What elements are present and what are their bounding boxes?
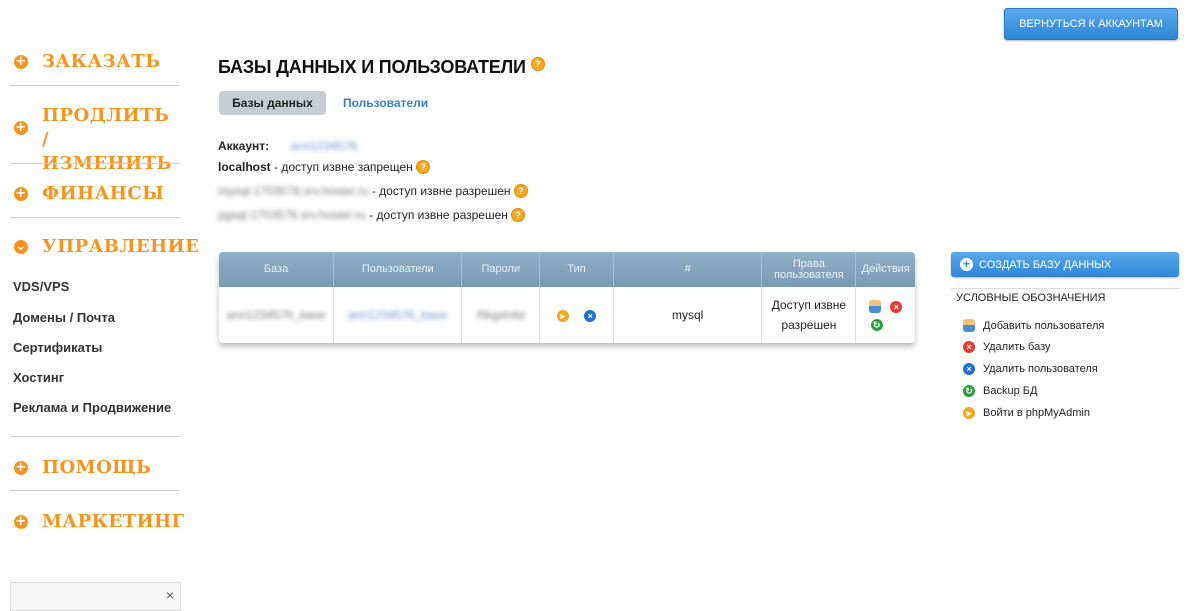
divider	[10, 163, 180, 164]
sidebar-item-ads[interactable]: Реклама и Продвижение	[13, 400, 171, 415]
col-header-base[interactable]: База	[219, 252, 335, 287]
tab-databases[interactable]: Базы данных	[219, 91, 326, 115]
user-add-icon[interactable]	[869, 300, 881, 314]
sidebar-section-management[interactable]: ⌄ УПРАВЛЕНИЕ	[10, 236, 199, 257]
legend-item-backup: ↻ Backup БД	[963, 385, 1037, 397]
user-link[interactable]: ann1234576_base	[348, 308, 447, 322]
help-icon[interactable]: ?	[511, 208, 526, 222]
cell-password: Rkgsh4d	[461, 287, 541, 343]
col-header-rights[interactable]: Права пользователя	[761, 252, 857, 287]
legend-item-delete-user: × Удалить пользователя	[963, 363, 1098, 375]
divider	[951, 288, 1180, 289]
sidebar-section-order[interactable]: + ЗАКАЗАТЬ	[10, 51, 161, 72]
plus-icon: +	[960, 258, 973, 271]
delete-user-icon[interactable]: ×	[584, 309, 597, 322]
cell-actions: × ↻	[856, 287, 915, 343]
divider	[10, 490, 180, 491]
host-line-mysql: mysql-1703576.srv.hoster.ru - доступ изв…	[218, 184, 528, 198]
divider	[10, 436, 180, 437]
plus-icon: +	[14, 514, 28, 529]
sidebar-item-certificates[interactable]: Сертификаты	[13, 340, 102, 355]
plus-icon: +	[14, 120, 28, 135]
help-icon[interactable]: ?	[416, 160, 431, 174]
legend-item-phpmyadmin: ▸ Войти в phpMyAdmin	[963, 407, 1090, 419]
cell-base: ann1234576_base	[219, 287, 335, 343]
help-icon[interactable]: ?	[530, 57, 545, 71]
chat-widget[interactable]: ×	[10, 582, 181, 611]
chevron-down-icon: ⌄	[14, 239, 28, 254]
divider	[10, 85, 180, 86]
table-row: ann1234576_base ann1234576_base Rkgsh4d …	[219, 287, 915, 343]
sidebar-item-domains[interactable]: Домены / Почта	[13, 310, 115, 325]
cell-engine: mysql	[613, 287, 763, 343]
col-header-users[interactable]: Пользователи	[333, 252, 463, 287]
sidebar-section-renew[interactable]: + ПРОДЛИТЬ / ИЗМЕНИТЬ	[10, 104, 180, 176]
phpmyadmin-icon: ▸	[963, 407, 975, 419]
sidebar-section-marketing[interactable]: + МАРКЕТИНГ	[10, 511, 185, 532]
cell-users: ann1234576_base	[333, 287, 463, 343]
sidebar-section-finance[interactable]: + ФИНАНСЫ	[10, 183, 164, 204]
host-line-localhost: localhost - доступ извне запрещен ?	[218, 160, 431, 174]
col-header-actions: Действия	[855, 252, 915, 287]
legend-title: Условные обозначения	[956, 292, 1106, 304]
close-icon[interactable]: ×	[166, 587, 174, 603]
plus-icon: +	[14, 186, 28, 201]
delete-db-icon[interactable]: ×	[890, 300, 903, 313]
delete-user-icon: ×	[963, 363, 975, 375]
plus-icon: +	[14, 54, 28, 69]
sidebar-item-vds[interactable]: VDS/VPS	[13, 279, 69, 294]
legend-item-delete-db: × Удалить базу	[963, 341, 1051, 353]
col-header-passwords[interactable]: Пароли	[461, 252, 541, 287]
tab-users[interactable]: Пользователи	[343, 96, 428, 110]
backup-icon: ↻	[963, 385, 975, 397]
col-header-type[interactable]: Тип	[539, 252, 614, 287]
account-line: Аккаунт: ann1234576	[218, 139, 358, 153]
cell-type-actions: ▸ ×	[539, 287, 614, 343]
account-value[interactable]: ann1234576	[291, 139, 358, 153]
cell-rights: Доступ извне разрешен	[761, 287, 857, 343]
delete-db-icon: ×	[963, 341, 975, 353]
col-header-number[interactable]: #	[613, 252, 763, 287]
divider	[10, 217, 180, 218]
backup-icon[interactable]: ↻	[870, 318, 883, 331]
databases-table: База Пользователи Пароли Тип # Права пол…	[219, 252, 915, 343]
sidebar-item-hosting[interactable]: Хостинг	[13, 370, 64, 385]
plus-icon: +	[14, 460, 28, 475]
back-to-accounts-button[interactable]: Вернуться к аккаунтам	[1004, 8, 1178, 40]
create-database-button[interactable]: + Создать базу данных	[951, 252, 1179, 277]
user-add-icon	[963, 319, 975, 332]
legend-item-add-user: Добавить пользователя	[963, 319, 1104, 332]
page-title: БАЗЫ ДАННЫХ И ПОЛЬЗОВАТЕЛИ ?	[218, 57, 545, 78]
phpmyadmin-icon[interactable]: ▸	[556, 309, 569, 322]
help-icon[interactable]: ?	[513, 184, 528, 198]
sidebar-section-help[interactable]: + ПОМОЩЬ	[10, 457, 151, 478]
host-line-pgsql: pgsql-1703576.srv.hoster.ru - доступ изв…	[218, 208, 526, 222]
